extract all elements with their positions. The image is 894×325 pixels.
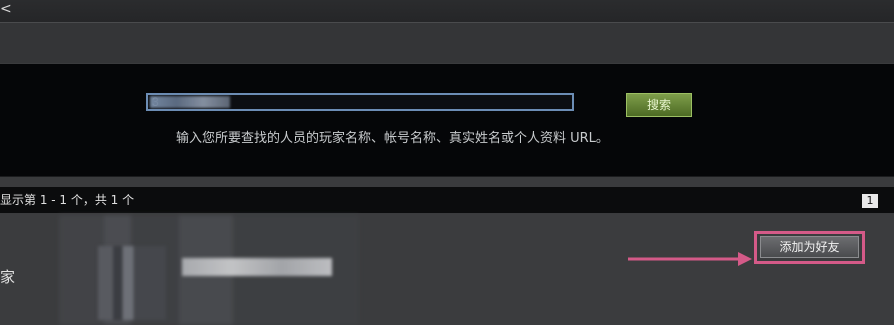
back-chevron-icon[interactable]: < — [0, 0, 12, 18]
avatar[interactable] — [98, 246, 166, 320]
search-panel — [0, 64, 894, 177]
top-bar: < — [0, 0, 894, 23]
search-input-redaction — [150, 96, 230, 108]
results-summary: 显示第 1 - 1 个，共 1 个 — [0, 193, 135, 207]
result-name-redaction — [182, 258, 332, 276]
search-hint-text: 输入您所要查找的人员的玩家名称、帐号名称、真实姓名或个人资料 URL。 — [176, 131, 609, 146]
pagination-page-1[interactable]: 1 — [862, 194, 878, 208]
sub-header — [0, 23, 894, 63]
add-friend-button[interactable]: 添加为好友 — [760, 236, 859, 258]
search-button[interactable]: 搜索 — [626, 93, 692, 117]
side-text: 家 — [0, 268, 16, 286]
annotation-arrow-icon — [628, 252, 752, 266]
